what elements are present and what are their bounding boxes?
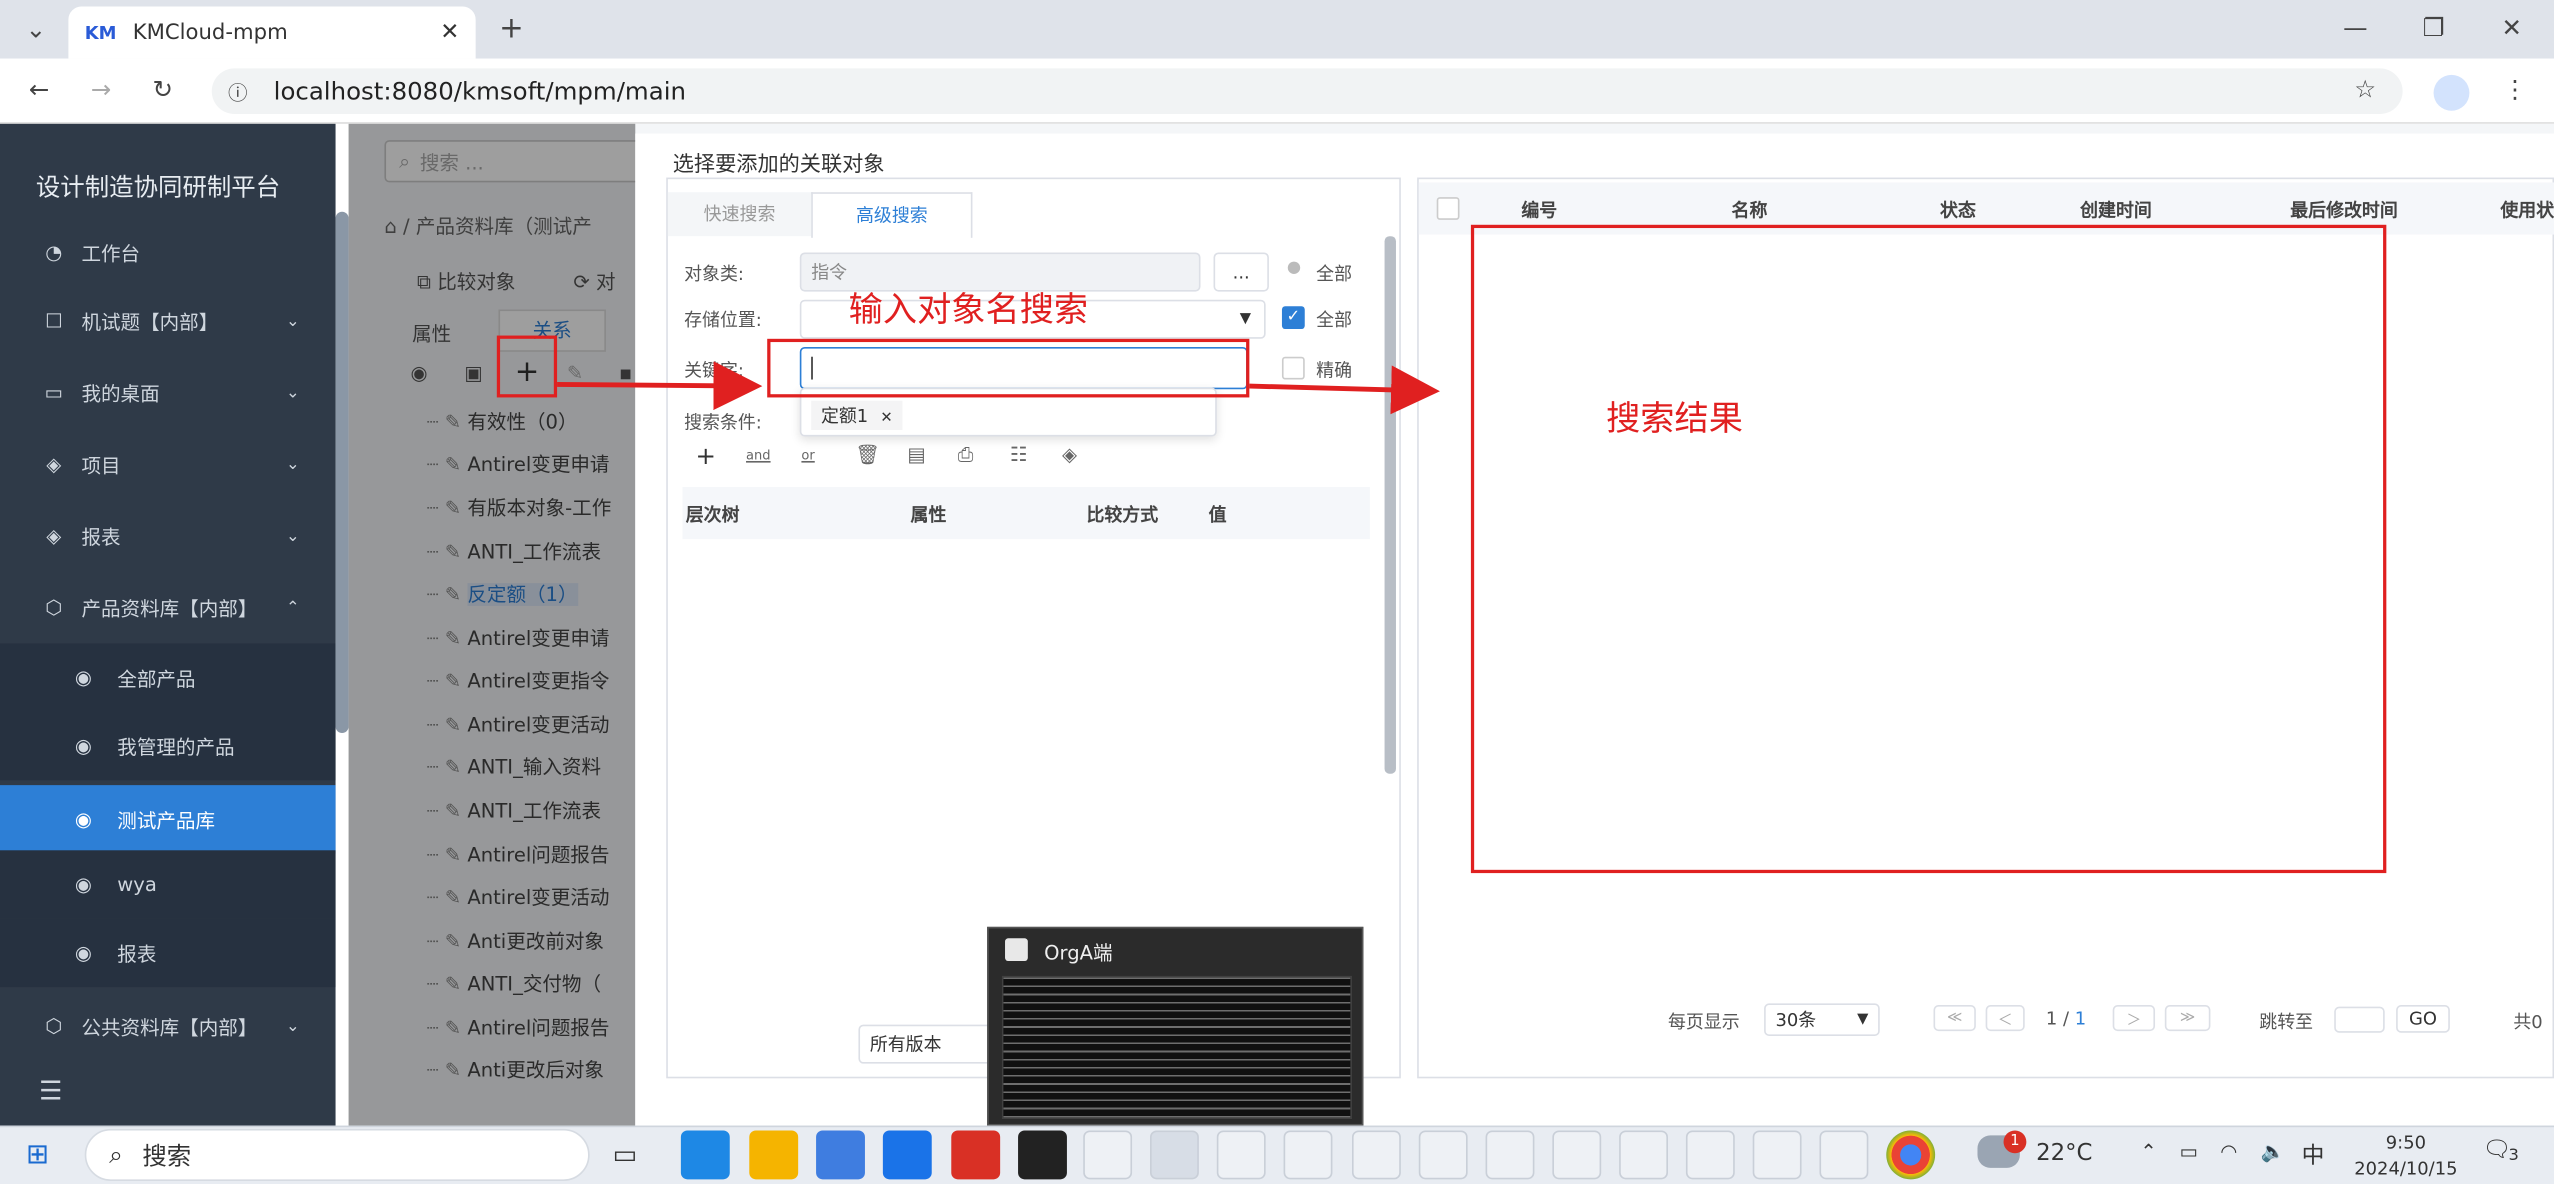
- notification-count: 3: [2508, 1146, 2519, 1165]
- chrome-icon[interactable]: [1886, 1130, 1936, 1180]
- store-icon[interactable]: [816, 1130, 865, 1180]
- popup-title: OrgA端: [1044, 941, 1113, 965]
- arrow-to-results: [1249, 365, 1440, 415]
- wifi-icon[interactable]: ◠: [2220, 1140, 2237, 1163]
- java-app-taskbar-icon[interactable]: [1619, 1130, 1668, 1180]
- windows-start-icon[interactable]: ⊞: [26, 1139, 49, 1172]
- java-app-taskbar-icon[interactable]: [1150, 1130, 1199, 1180]
- wps-icon[interactable]: [951, 1130, 1001, 1180]
- java-app-taskbar-icon[interactable]: [1283, 1130, 1333, 1180]
- java-app-taskbar-icon[interactable]: [1752, 1130, 1802, 1180]
- tray-chevron-icon[interactable]: ⌃: [2140, 1140, 2156, 1163]
- java-app-taskbar-icon[interactable]: [1685, 1130, 1735, 1180]
- java-app-taskbar-icon[interactable]: [1485, 1130, 1535, 1180]
- search-icon: ⌕: [109, 1140, 123, 1170]
- clock[interactable]: 9:50 2024/10/15: [2341, 1130, 2471, 1182]
- java-app-taskbar-icon[interactable]: [1819, 1130, 1869, 1180]
- ime-indicator[interactable]: 中: [2302, 1139, 2325, 1172]
- file-explorer-icon[interactable]: [749, 1130, 799, 1180]
- arrow-to-keyword: [557, 361, 763, 411]
- java-app-taskbar-icon[interactable]: [1418, 1130, 1468, 1180]
- volume-icon[interactable]: 🔈: [2261, 1140, 2285, 1163]
- taskbar-search-label: 搜索: [142, 1141, 192, 1171]
- mail-icon[interactable]: [882, 1130, 932, 1180]
- network-icon[interactable]: ▭: [2179, 1140, 2197, 1163]
- notification-icon[interactable]: 🗨: [2482, 1137, 2511, 1163]
- taskbar-search-box[interactable]: ⌕ 搜索: [84, 1128, 590, 1181]
- weather-badge: 1: [2003, 1130, 2027, 1154]
- java-app-icon: [1005, 938, 1028, 962]
- weather-temperature[interactable]: 22°C: [2036, 1140, 2092, 1166]
- java-app-taskbar-icon[interactable]: [1351, 1130, 1401, 1180]
- java-app-taskbar-icon[interactable]: [1083, 1130, 1133, 1180]
- taskbar-preview-popup[interactable]: OrgA端: [987, 926, 1364, 1126]
- console-preview: [1001, 975, 1352, 1120]
- clock-time: 9:50: [2385, 1132, 2426, 1154]
- task-view-icon[interactable]: ▭: [612, 1139, 637, 1170]
- java-app-taskbar-icon[interactable]: [1552, 1130, 1602, 1180]
- clock-date: 2024/10/15: [2354, 1158, 2458, 1180]
- java-app-taskbar-icon[interactable]: [1216, 1130, 1266, 1180]
- intellij-icon[interactable]: [1018, 1130, 1067, 1180]
- edge-browser-icon[interactable]: [680, 1130, 730, 1180]
